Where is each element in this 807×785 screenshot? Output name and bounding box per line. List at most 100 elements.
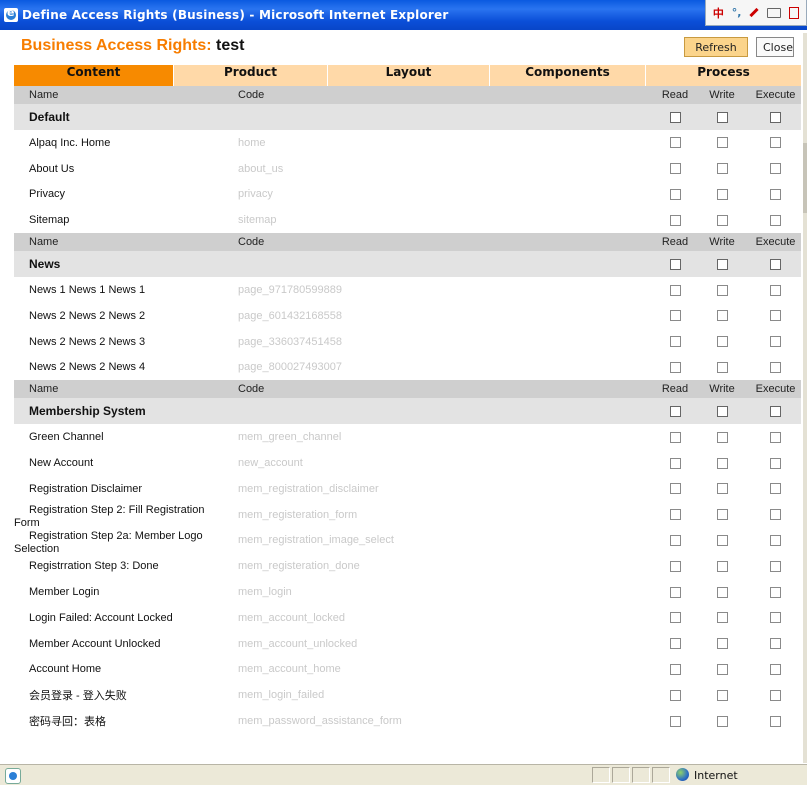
item-execute-checkbox[interactable] xyxy=(770,163,781,175)
window-title-bar[interactable]: Define Access Rights (Business) - Micros… xyxy=(0,0,807,30)
execute-cell xyxy=(750,605,801,631)
group-execute-checkbox[interactable] xyxy=(770,405,781,417)
item-write-checkbox[interactable] xyxy=(716,163,728,175)
group-execute-checkbox[interactable] xyxy=(770,258,781,270)
item-execute-checkbox[interactable] xyxy=(770,310,781,322)
ime-keyboard-icon[interactable] xyxy=(767,7,782,18)
item-execute-checkbox[interactable] xyxy=(770,214,781,226)
item-write-checkbox[interactable] xyxy=(716,336,728,348)
group-write-checkbox[interactable] xyxy=(716,405,728,417)
item-read-checkbox[interactable] xyxy=(669,188,681,200)
execute-cell xyxy=(750,277,801,303)
item-write-checkbox[interactable] xyxy=(716,361,728,373)
group-write-checkbox[interactable] xyxy=(716,111,728,123)
execute-cell xyxy=(750,708,801,734)
item-read-checkbox[interactable] xyxy=(669,214,681,226)
scrollbar-thumb[interactable] xyxy=(803,143,807,213)
item-write-checkbox[interactable] xyxy=(716,188,728,200)
item-execute-checkbox[interactable] xyxy=(770,560,781,572)
write-cell xyxy=(702,207,742,233)
item-execute-checkbox[interactable] xyxy=(770,137,781,149)
vertical-scrollbar[interactable] xyxy=(803,33,807,763)
item-execute-checkbox[interactable] xyxy=(770,457,781,469)
tab-content[interactable]: Content xyxy=(14,65,174,86)
item-write-checkbox[interactable] xyxy=(716,638,728,650)
item-write-checkbox[interactable] xyxy=(716,663,728,675)
item-read-checkbox[interactable] xyxy=(669,586,681,598)
item-execute-checkbox[interactable] xyxy=(770,431,781,443)
item-read-checkbox[interactable] xyxy=(669,483,681,495)
item-write-checkbox[interactable] xyxy=(716,137,728,149)
group-read-checkbox[interactable] xyxy=(669,405,681,417)
tab-layout[interactable]: Layout xyxy=(328,65,490,86)
ime-mode-icon[interactable]: 中 xyxy=(713,5,724,21)
item-execute-checkbox[interactable] xyxy=(770,284,781,296)
item-write-checkbox[interactable] xyxy=(716,310,728,322)
write-cell xyxy=(702,631,742,657)
item-read-checkbox[interactable] xyxy=(669,336,681,348)
item-read-checkbox[interactable] xyxy=(669,663,681,675)
item-read-checkbox[interactable] xyxy=(669,715,681,727)
item-write-checkbox[interactable] xyxy=(716,509,728,521)
item-write-checkbox[interactable] xyxy=(716,715,728,727)
page-header: Business Access Rights: test Refresh Clo… xyxy=(14,32,794,62)
item-read-checkbox[interactable] xyxy=(669,163,681,175)
item-execute-checkbox[interactable] xyxy=(770,715,781,727)
item-write-checkbox[interactable] xyxy=(716,586,728,598)
item-execute-checkbox[interactable] xyxy=(770,483,781,495)
group-execute-checkbox[interactable] xyxy=(770,111,781,123)
item-execute-checkbox[interactable] xyxy=(770,509,781,521)
item-read-checkbox[interactable] xyxy=(669,284,681,296)
status-pane xyxy=(592,767,610,783)
item-write-checkbox[interactable] xyxy=(716,534,728,546)
execute-cell xyxy=(750,355,801,381)
group-read-checkbox[interactable] xyxy=(669,258,681,270)
item-read-checkbox[interactable] xyxy=(669,457,681,469)
ime-punctuation-icon[interactable]: °, xyxy=(732,6,742,19)
item-write-checkbox[interactable] xyxy=(716,284,728,296)
item-read-checkbox[interactable] xyxy=(669,638,681,650)
item-execute-checkbox[interactable] xyxy=(770,534,781,546)
item-execute-checkbox[interactable] xyxy=(770,188,781,200)
item-code: mem_account_locked xyxy=(238,611,346,624)
ime-menu-icon[interactable] xyxy=(789,6,800,19)
read-cell xyxy=(654,251,696,277)
item-read-checkbox[interactable] xyxy=(669,534,681,546)
group-write-checkbox[interactable] xyxy=(716,258,728,270)
ime-toolbar[interactable]: 中 °, xyxy=(705,0,807,26)
item-execute-checkbox[interactable] xyxy=(770,689,781,701)
read-cell xyxy=(654,424,696,450)
item-write-checkbox[interactable] xyxy=(716,431,728,443)
item-read-checkbox[interactable] xyxy=(669,612,681,624)
item-read-checkbox[interactable] xyxy=(669,431,681,443)
item-write-checkbox[interactable] xyxy=(716,214,728,226)
group-read-checkbox[interactable] xyxy=(669,111,681,123)
item-write-checkbox[interactable] xyxy=(716,612,728,624)
read-cell xyxy=(654,104,696,130)
item-execute-checkbox[interactable] xyxy=(770,638,781,650)
ime-handwriting-icon[interactable] xyxy=(749,7,759,18)
item-read-checkbox[interactable] xyxy=(669,560,681,572)
tab-product[interactable]: Product xyxy=(174,65,328,86)
item-write-checkbox[interactable] xyxy=(716,560,728,572)
item-read-checkbox[interactable] xyxy=(669,137,681,149)
item-write-checkbox[interactable] xyxy=(716,457,728,469)
tab-components[interactable]: Components xyxy=(490,65,646,86)
item-execute-checkbox[interactable] xyxy=(770,663,781,675)
item-read-checkbox[interactable] xyxy=(669,509,681,521)
tab-process[interactable]: Process xyxy=(646,65,801,86)
table-row: Login Failed: Account Locked mem_account_… xyxy=(14,604,801,631)
item-write-checkbox[interactable] xyxy=(716,689,728,701)
write-cell xyxy=(702,329,742,355)
close-button[interactable]: Close xyxy=(756,37,794,57)
item-read-checkbox[interactable] xyxy=(669,361,681,373)
item-execute-checkbox[interactable] xyxy=(770,612,781,624)
item-write-checkbox[interactable] xyxy=(716,483,728,495)
item-read-checkbox[interactable] xyxy=(669,310,681,322)
item-execute-checkbox[interactable] xyxy=(770,361,781,373)
refresh-button[interactable]: Refresh xyxy=(684,37,748,57)
item-read-checkbox[interactable] xyxy=(669,689,681,701)
item-execute-checkbox[interactable] xyxy=(770,336,781,348)
write-cell xyxy=(702,682,742,708)
item-execute-checkbox[interactable] xyxy=(770,586,781,598)
